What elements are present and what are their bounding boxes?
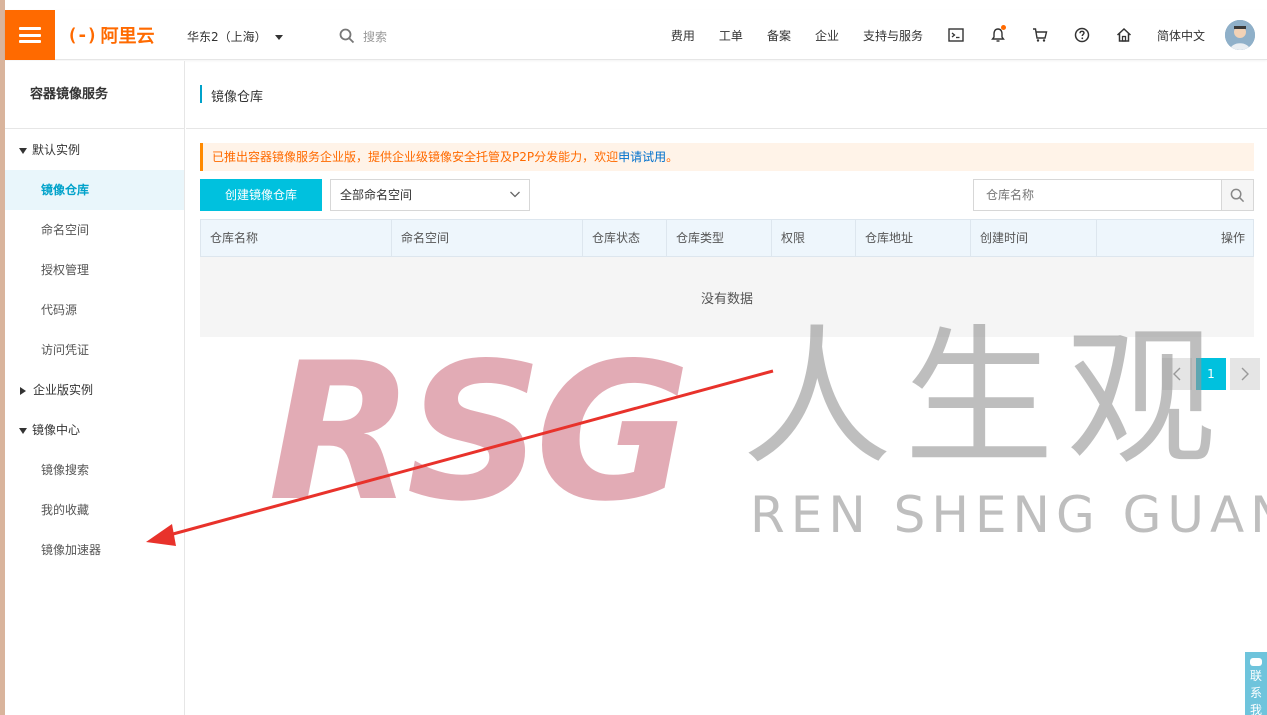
triangle-down-icon <box>19 427 27 434</box>
language-selector[interactable]: 简体中文 <box>1145 27 1217 44</box>
global-search[interactable]: 搜索 <box>339 25 459 47</box>
region-selector[interactable]: 华东2（上海） <box>187 28 283 45</box>
notice-end: 。 <box>666 150 679 164</box>
contact-label: 联系我 <box>1249 669 1262 715</box>
column-header-actions: 操作 <box>1220 231 1245 245</box>
page-header: 镜像仓库 <box>186 61 1267 129</box>
bell-icon[interactable] <box>977 10 1019 60</box>
empty-text: 没有数据 <box>700 291 753 307</box>
contact-us-widget[interactable]: 联系我 <box>1245 652 1267 715</box>
enterprise-notice-banner: 已推出容器镜像服务企业版，提供企业级镜像安全托管及P2P分发能力，欢迎申请试用。 <box>200 143 1254 171</box>
top-nav-links: 费用 工单 备案 企业 支持与服务 简体中文 <box>659 10 1267 60</box>
notification-dot <box>1000 25 1006 30</box>
prev-page-button[interactable] <box>1162 358 1192 390</box>
namespace-select[interactable]: 全部命名空间 <box>330 179 530 211</box>
console-window: (-) 阿里云 华东2（上海） 搜索 费用 工单 备案 企业 支持与服务 简体中… <box>0 0 1267 715</box>
sidebar-item-access-credentials[interactable]: 访问凭证 <box>5 330 184 370</box>
sidebar-item-favorites[interactable]: 我的收藏 <box>5 490 184 530</box>
column-header-type[interactable]: 仓库类型 <box>667 220 772 256</box>
home-icon[interactable] <box>1103 10 1145 60</box>
logo-text: 阿里云 <box>100 26 155 47</box>
column-header-address[interactable]: 仓库地址 <box>856 220 971 256</box>
main-content: 镜像仓库 已推出容器镜像服务企业版，提供企业级镜像安全托管及P2P分发能力，欢迎… <box>186 61 1267 715</box>
table-empty-state: 没有数据 <box>200 257 1254 337</box>
search-icon <box>1230 188 1245 202</box>
chevron-left-icon <box>1173 367 1181 381</box>
triangle-down-icon <box>19 147 27 154</box>
caret-down-icon <box>274 35 283 40</box>
next-page-button[interactable] <box>1230 358 1260 390</box>
create-repository-button[interactable]: 创建镜像仓库 <box>200 179 322 211</box>
sidebar-item-image-search[interactable]: 镜像搜索 <box>5 450 184 490</box>
notice-text: 已推出容器镜像服务企业版，提供企业级镜像安全托管及P2P分发能力，欢迎 <box>212 150 619 164</box>
aliyun-logo[interactable]: (-) 阿里云 <box>67 23 155 48</box>
user-avatar[interactable] <box>1225 20 1255 50</box>
logo-mark: (-) <box>67 24 97 46</box>
sidebar-item-image-accelerator[interactable]: 镜像加速器 <box>5 530 184 570</box>
column-header-status[interactable]: 仓库状态 <box>583 220 667 256</box>
nav-fees[interactable]: 费用 <box>659 27 707 44</box>
search-icon <box>339 28 355 44</box>
hamburger-icon <box>19 27 41 43</box>
nav-enterprise[interactable]: 企业 <box>803 27 851 44</box>
sidebar: 容器镜像服务 默认实例 镜像仓库 命名空间 授权管理 代码源 访问凭证 企业版实… <box>5 61 185 715</box>
menu-toggle-button[interactable] <box>5 10 55 60</box>
sidebar-group-label: 默认实例 <box>32 143 81 157</box>
column-header-permission[interactable]: 权限 <box>772 220 856 256</box>
pagination: 1 <box>1162 358 1260 390</box>
apply-trial-link[interactable]: 申请试用 <box>618 150 666 164</box>
repository-search-button[interactable] <box>1221 180 1253 210</box>
sidebar-group-label: 镜像中心 <box>32 423 81 437</box>
sidebar-item-namespaces[interactable]: 命名空间 <box>5 210 184 250</box>
page-title: 镜像仓库 <box>211 90 264 105</box>
repository-search-input[interactable] <box>974 180 1222 210</box>
repository-table: 仓库名称 命名空间 仓库状态 仓库类型 权限 仓库地址 创建时间 操作 没有数据 <box>200 219 1254 337</box>
nav-tickets[interactable]: 工单 <box>707 27 755 44</box>
sidebar-item-code-source[interactable]: 代码源 <box>5 290 184 330</box>
top-navigation-bar: (-) 阿里云 华东2（上海） 搜索 费用 工单 备案 企业 支持与服务 简体中… <box>5 10 1267 60</box>
repository-search <box>973 179 1254 211</box>
sidebar-group-label: 企业版实例 <box>33 383 94 397</box>
column-header-repo-name[interactable]: 仓库名称 <box>201 220 392 256</box>
terminal-icon[interactable] <box>935 10 977 60</box>
namespace-select-value: 全部命名空间 <box>340 188 413 202</box>
column-header-namespace[interactable]: 命名空间 <box>392 220 583 256</box>
sidebar-group-enterprise-instance[interactable]: 企业版实例 <box>5 370 184 410</box>
sidebar-item-authorization[interactable]: 授权管理 <box>5 250 184 290</box>
chevron-right-icon <box>1241 367 1249 381</box>
cart-icon[interactable] <box>1019 10 1061 60</box>
region-label: 华东2（上海） <box>187 30 267 44</box>
global-search-placeholder: 搜索 <box>363 29 388 44</box>
sidebar-title: 容器镜像服务 <box>5 61 184 129</box>
sidebar-item-repositories[interactable]: 镜像仓库 <box>5 170 184 210</box>
nav-icp-filing[interactable]: 备案 <box>755 27 803 44</box>
triangle-right-icon <box>20 386 26 395</box>
help-icon[interactable] <box>1061 10 1103 60</box>
table-header: 仓库名称 命名空间 仓库状态 仓库类型 权限 仓库地址 创建时间 操作 <box>200 219 1254 257</box>
nav-support[interactable]: 支持与服务 <box>851 27 935 44</box>
title-accent-bar <box>200 85 202 103</box>
chevron-down-icon <box>510 191 520 198</box>
sidebar-group-image-center[interactable]: 镜像中心 <box>5 410 184 450</box>
sidebar-group-default-instance[interactable]: 默认实例 <box>5 130 184 170</box>
column-header-created-time[interactable]: 创建时间 <box>971 220 1097 256</box>
page-number-current[interactable]: 1 <box>1196 358 1226 390</box>
chat-icon <box>1250 658 1262 666</box>
